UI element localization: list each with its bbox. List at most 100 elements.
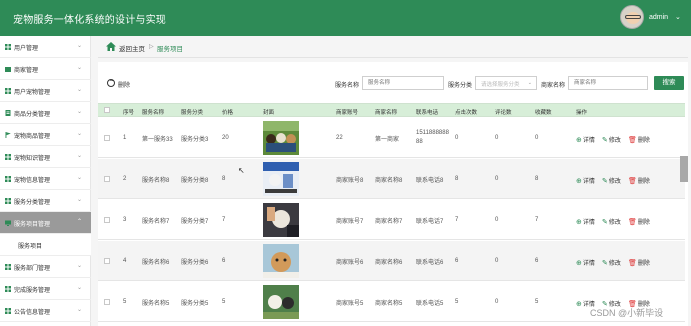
sidebar-item-users[interactable]: 用户管理 ⌄: [0, 36, 91, 58]
cell-comments: 0: [495, 135, 499, 141]
app-title: 宠物服务一体化系统的设计与实现: [13, 15, 166, 26]
breadcrumb-current: 服务项目: [157, 46, 183, 53]
cell-price: 5: [222, 299, 226, 305]
folder-icon: [5, 67, 11, 72]
sidebar-item-label: 商品分类管理: [14, 112, 51, 118]
column-header: 序号: [123, 110, 135, 116]
trash-icon: 🗑: [628, 260, 637, 267]
edit-icon: ✎: [602, 260, 608, 267]
cover-image: [263, 244, 299, 278]
cell-no: 1: [123, 135, 127, 141]
sidebar-item-user-pets[interactable]: 用户宠物管理 ⌄: [0, 80, 91, 102]
chevron-down-icon: ⌄: [77, 131, 83, 137]
sidebar-item-merchants[interactable]: 商家管理 ⌄: [0, 58, 91, 80]
avatar[interactable]: [620, 5, 644, 29]
delete-row-button[interactable]: 🗑删除: [628, 176, 650, 185]
sidebar-item-completed-services[interactable]: 完成服务管理 ⌄: [0, 278, 91, 300]
column-header: 价格: [222, 110, 234, 116]
table-row: 3 服务名称7 服务分类7 7 商家账号7 商家名称7 联系电话7 7 0 7 …: [98, 200, 685, 240]
scrollbar-thumb[interactable]: [680, 156, 688, 182]
edit-button[interactable]: ✎修改: [602, 217, 621, 226]
chevron-down-icon: ⌄: [77, 87, 83, 93]
column-header: 评论数: [495, 110, 512, 116]
column-header: 操作: [576, 110, 588, 116]
delete-row-button[interactable]: 🗑删除: [628, 135, 650, 144]
cell-merchant: 商家名称7: [375, 218, 403, 225]
user-name[interactable]: admin: [649, 14, 668, 21]
column-header: 封面: [263, 110, 275, 116]
detail-button[interactable]: ⊕详情: [576, 258, 595, 267]
chevron-down-icon: ⌄: [77, 263, 83, 269]
sidebar-item-label: 宠物信息管理: [14, 178, 51, 184]
sidebar-item-service-projects[interactable]: 服务项目管理 ⌃: [0, 212, 91, 234]
sidebar-item-pet-products[interactable]: 宠物商品管理 ⌄: [0, 124, 91, 146]
sidebar-subitem-service-projects[interactable]: 服务项目: [0, 234, 91, 256]
cell-price: 6: [222, 258, 226, 264]
delete-row-button[interactable]: 🗑删除: [628, 217, 650, 226]
sidebar: 用户管理 ⌄ 商家管理 ⌄ 用户宠物管理 ⌄ 商品分类管理 ⌄ 宠物商品管理 ⌄…: [0, 36, 91, 326]
delete-row-button[interactable]: 🗑删除: [628, 258, 650, 267]
detail-button[interactable]: ⊕详情: [576, 176, 595, 185]
grid-icon: [5, 286, 11, 292]
chevron-down-icon[interactable]: ⌄: [675, 13, 681, 21]
search-button[interactable]: 搜索: [654, 76, 684, 90]
cell-name: 服务名称6: [142, 259, 170, 266]
cell-clicks: 5: [455, 299, 459, 305]
divider: [98, 57, 688, 58]
sidebar-item-service-categories[interactable]: 服务分类管理 ⌄: [0, 190, 91, 212]
cell-category: 服务分类7: [181, 218, 209, 225]
row-checkbox[interactable]: [104, 299, 110, 305]
service-category-select[interactable]: 请选择服务分类 ⌄: [475, 76, 537, 90]
sidebar-item-pet-knowledge[interactable]: 宠物知识管理 ⌄: [0, 146, 91, 168]
edit-button[interactable]: ✎修改: [602, 135, 621, 144]
grid-icon: [5, 88, 11, 94]
table-row: 4 服务名称6 服务分类6 6 商家账号6 商家名称6 联系电话6 6 0 6 …: [98, 241, 685, 281]
column-header: 商家账号: [336, 110, 359, 116]
breadcrumb: 返回主页 ▷ 服务项目: [98, 39, 688, 55]
detail-label: 详情: [582, 179, 595, 185]
sidebar-item-service-departments[interactable]: 服务部门管理 ⌄: [0, 256, 91, 278]
sidebar-item-label: 用户管理: [14, 46, 39, 52]
row-checkbox[interactable]: [104, 135, 110, 141]
cell-account: 22: [336, 135, 343, 141]
sidebar-item-pet-info[interactable]: 宠物信息管理 ⌄: [0, 168, 91, 190]
sidebar-item-announcements[interactable]: 公告信息管理 ⌄: [0, 300, 91, 322]
cell-category: 服务分类6: [181, 259, 209, 266]
row-checkbox[interactable]: [104, 176, 110, 182]
select-all-checkbox[interactable]: [104, 107, 110, 113]
detail-button[interactable]: ⊕详情: [576, 217, 595, 226]
cell-clicks: 6: [455, 258, 459, 264]
cell-no: 5: [123, 299, 127, 305]
sidebar-item-product-categories[interactable]: 商品分类管理 ⌄: [0, 102, 91, 124]
search-icon: ⊕: [576, 137, 582, 144]
edit-button[interactable]: ✎修改: [602, 176, 621, 185]
service-name-input[interactable]: [362, 76, 444, 90]
breadcrumb-home[interactable]: 返回主页: [119, 43, 145, 53]
breadcrumb-separator: ▷: [149, 44, 154, 50]
cell-price: 7: [222, 217, 226, 223]
home-icon[interactable]: [106, 42, 116, 51]
chevron-up-icon: ⌃: [77, 219, 83, 225]
row-checkbox[interactable]: [104, 217, 110, 223]
cell-account: 商家账号7: [336, 218, 364, 225]
edit-icon: ✎: [602, 137, 608, 144]
top-bar: 宠物服务一体化系统的设计与实现 admin ⌄: [0, 0, 691, 36]
edit-button[interactable]: ✎修改: [602, 258, 621, 267]
column-header: 服务分类: [181, 110, 204, 116]
cover-image: [263, 121, 299, 155]
cell-phone: 联系电话6: [416, 259, 444, 266]
cover-image: [263, 203, 299, 237]
column-header: 服务名称: [142, 110, 165, 116]
chevron-down-icon: ⌄: [77, 307, 83, 313]
search-icon: ⊕: [576, 301, 582, 308]
row-checkbox[interactable]: [104, 258, 110, 264]
delete-button[interactable]: 删除: [104, 77, 134, 89]
cell-account: 商家账号8: [336, 177, 364, 184]
cell-favorites: 0: [535, 135, 539, 141]
sidebar-item-label: 宠物商品管理: [14, 134, 51, 140]
merchant-name-input[interactable]: [568, 76, 648, 90]
chevron-down-icon: ⌄: [77, 109, 83, 115]
detail-button[interactable]: ⊕详情: [576, 135, 595, 144]
watermark: CSDN @小新毕设: [590, 308, 664, 318]
cell-no: 2: [123, 176, 127, 182]
